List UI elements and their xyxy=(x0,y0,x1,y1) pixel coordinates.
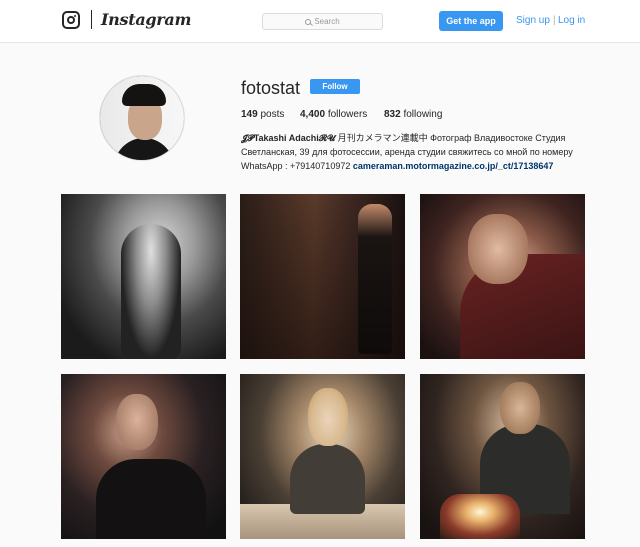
posts-label: posts xyxy=(260,109,285,120)
following-label: following xyxy=(403,109,443,120)
profile-username: fotostat xyxy=(241,78,301,98)
bio-website-link[interactable]: cameraman.motormagazine.co.jp/_ct/171386… xyxy=(353,161,554,171)
search-icon xyxy=(305,18,312,25)
following-count: 832 xyxy=(384,109,401,120)
post-figure xyxy=(468,214,528,284)
post-figure xyxy=(96,459,206,539)
post-figure xyxy=(121,224,181,359)
profile-bio: 𝓙𝓟Takashi Adachi𝓡𝓤 月刊カメラマン連載中 Фотограф В… xyxy=(241,131,581,173)
sign-up-link[interactable]: Sign up xyxy=(516,15,550,26)
post-figure xyxy=(290,444,365,514)
followers-count: 4,400 xyxy=(300,109,326,120)
post-thumbnail-1[interactable] xyxy=(61,194,226,359)
post-figure xyxy=(440,494,520,539)
followers-label: followers xyxy=(327,109,368,120)
top-navigation-bar: Instagram Search Get the app Sign up | L… xyxy=(0,0,640,43)
auth-separator: | xyxy=(553,15,556,26)
get-the-app-button[interactable]: Get the app xyxy=(439,11,503,31)
instagram-camera-icon[interactable] xyxy=(62,11,80,29)
bio-full-name: 𝓙𝓟Takashi Adachi𝓡𝓤 xyxy=(241,133,336,143)
follow-button[interactable]: Follow xyxy=(310,79,360,94)
logo-divider xyxy=(91,10,92,29)
post-figure xyxy=(308,388,348,446)
post-thumbnail-6[interactable] xyxy=(420,374,585,539)
post-figure xyxy=(500,382,540,434)
followers-stat[interactable]: 4,400 followers xyxy=(300,109,367,120)
posts-count: 149 xyxy=(241,109,258,120)
post-figure xyxy=(358,204,392,354)
log-in-link[interactable]: Log in xyxy=(558,15,585,26)
following-stat[interactable]: 832 following xyxy=(384,109,442,120)
search-placeholder: Search xyxy=(314,17,340,26)
post-thumbnail-5[interactable] xyxy=(240,374,405,539)
post-figure xyxy=(116,394,158,450)
posts-stat: 149 posts xyxy=(241,109,284,120)
avatar-hair xyxy=(122,84,166,106)
post-thumbnail-4[interactable] xyxy=(61,374,226,539)
instagram-wordmark[interactable]: Instagram xyxy=(101,10,191,29)
post-thumbnail-3[interactable] xyxy=(420,194,585,359)
search-input[interactable]: Search xyxy=(262,13,383,30)
post-thumbnail-2[interactable] xyxy=(240,194,405,359)
profile-avatar[interactable] xyxy=(99,75,185,161)
